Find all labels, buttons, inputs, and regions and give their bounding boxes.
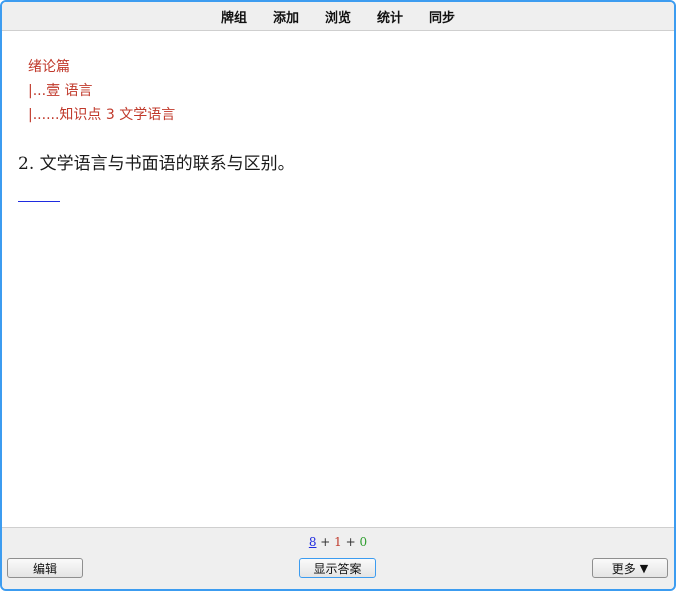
breadcrumb-level-3: |......知识点 3 文学语言 (28, 107, 176, 123)
breadcrumb-level-1: 绪论篇 (28, 59, 70, 75)
edit-button-label: 编辑 (32, 561, 57, 576)
edit-button[interactable]: 编辑 (7, 558, 83, 578)
top-menu-bar: 牌组 添加 浏览 统计 同步 (2, 2, 674, 31)
bottom-bar: 8 + 1 + 0 编辑 显示答案 更多 ▼ (2, 527, 674, 589)
menu-stats[interactable]: 统计 (377, 7, 403, 26)
due-counts: 8 + 1 + 0 (2, 535, 674, 549)
show-answer-button[interactable]: 显示答案 (299, 558, 376, 578)
answer-blank-line (18, 201, 60, 202)
show-answer-label: 显示答案 (313, 561, 362, 576)
app-window: 牌组 添加 浏览 统计 同步 绪论篇 |...壹 语言 |......知识点 3… (0, 0, 676, 591)
menu-sync[interactable]: 同步 (429, 7, 455, 26)
card-content: 绪论篇 |...壹 语言 |......知识点 3 文学语言 2. 文学语言与书… (2, 31, 674, 527)
review-count: 0 (359, 535, 368, 549)
count-separator: + (316, 535, 335, 549)
learn-count: 1 (334, 535, 342, 549)
menu-add[interactable]: 添加 (273, 7, 299, 26)
more-button[interactable]: 更多 ▼ (592, 558, 668, 578)
more-button-label: 更多 (611, 561, 636, 576)
count-separator: + (341, 535, 360, 549)
breadcrumb-level-2: |...壹 语言 (28, 83, 93, 99)
breadcrumb: 绪论篇 |...壹 语言 |......知识点 3 文学语言 (28, 55, 175, 127)
card-question: 2. 文学语言与书面语的联系与区别。 (18, 154, 295, 174)
menu-decks[interactable]: 牌组 (221, 7, 247, 26)
menu-browse[interactable]: 浏览 (325, 7, 351, 26)
chevron-down-icon: ▼ (639, 561, 649, 575)
